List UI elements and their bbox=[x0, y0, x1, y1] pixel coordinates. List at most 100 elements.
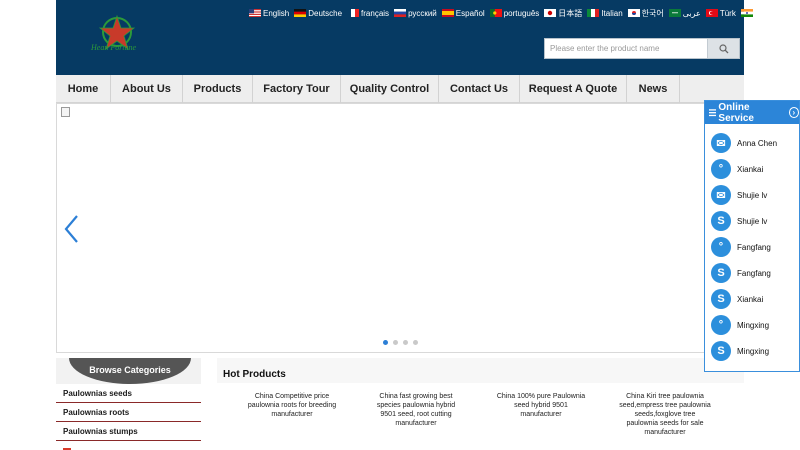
nav-news[interactable]: News bbox=[627, 75, 680, 103]
contact-name: Shujie lv bbox=[737, 216, 768, 226]
nav-about-us[interactable]: About Us bbox=[111, 75, 183, 103]
category-item-roots[interactable]: Paulownias roots bbox=[56, 403, 201, 422]
product-card[interactable]: China Competitive price paulownia roots … bbox=[246, 392, 338, 419]
flag-ru-icon bbox=[394, 9, 407, 17]
flag-de-icon bbox=[294, 9, 307, 17]
skype-icon: S bbox=[711, 289, 731, 309]
lang-espanol[interactable]: Español bbox=[441, 9, 485, 18]
language-bar: English Deutsche français русский Españo… bbox=[249, 6, 767, 20]
slider-dot[interactable] bbox=[383, 340, 388, 345]
hot-products-title: Hot Products bbox=[223, 369, 286, 380]
email-icon: ✉ bbox=[711, 133, 731, 153]
lang-label: português bbox=[503, 8, 540, 18]
lang-deutsche[interactable]: Deutsche bbox=[294, 9, 342, 18]
flag-kr-icon bbox=[627, 9, 640, 17]
contact-name: Mingxing bbox=[737, 346, 770, 356]
category-item-partial[interactable] bbox=[56, 441, 201, 450]
lang-korean[interactable]: 한국어 bbox=[627, 8, 664, 19]
contact-item[interactable]: S Xiankai bbox=[711, 289, 763, 309]
contact-name: Fangfang bbox=[737, 242, 771, 252]
product-card[interactable]: China Kiri tree paulownia seed,empress t… bbox=[619, 392, 711, 437]
contact-item[interactable]: ° Xiankai bbox=[711, 159, 763, 179]
contact-item[interactable]: S Mingxing bbox=[711, 341, 769, 361]
online-service-title: Online Service bbox=[718, 101, 754, 124]
flag-es-icon bbox=[441, 9, 454, 17]
lang-portugues[interactable]: português bbox=[489, 8, 540, 18]
hot-products-band bbox=[217, 358, 744, 383]
contact-item[interactable]: S Shujie lv bbox=[711, 211, 767, 231]
contact-name: Shujie lv bbox=[737, 190, 768, 200]
lang-label: Türk bbox=[719, 8, 736, 18]
skype-icon: S bbox=[711, 341, 731, 361]
flag-it-icon bbox=[587, 9, 600, 17]
nav-factory-tour[interactable]: Factory Tour bbox=[253, 75, 341, 103]
lang-english[interactable]: English bbox=[249, 9, 289, 18]
lang-label: Deutsche bbox=[308, 8, 343, 18]
main-nav: Home About Us Products Factory Tour Qual… bbox=[56, 75, 744, 103]
flag-fr-icon bbox=[347, 9, 360, 17]
lang-hindi[interactable]: हिंदी bbox=[740, 8, 767, 19]
slider-dot[interactable] bbox=[413, 340, 418, 345]
category-header: Browse Categories bbox=[56, 358, 201, 384]
lang-label: français bbox=[361, 8, 390, 18]
lang-turkish[interactable]: Türk bbox=[705, 8, 736, 18]
chevron-right-icon[interactable]: › bbox=[788, 107, 800, 118]
search-button[interactable] bbox=[707, 39, 739, 58]
flag-tr-icon bbox=[705, 9, 718, 17]
skype-icon: S bbox=[711, 211, 731, 231]
lang-label: Italian bbox=[601, 8, 623, 18]
lang-arabic[interactable]: عربى bbox=[668, 8, 701, 18]
banner-slider bbox=[56, 103, 744, 353]
flag-jp-icon bbox=[544, 9, 557, 17]
lang-francais[interactable]: français bbox=[347, 9, 389, 18]
broken-image-icon bbox=[61, 107, 70, 117]
logo-text: Hean Fortune bbox=[91, 43, 137, 52]
nav-contact-us[interactable]: Contact Us bbox=[439, 75, 520, 103]
qq-icon: ° bbox=[711, 237, 731, 257]
nav-request-a-quote[interactable]: Request A Quote bbox=[520, 75, 627, 103]
flag-in-icon bbox=[740, 9, 753, 17]
nav-products[interactable]: Products bbox=[183, 75, 253, 103]
flag-sa-icon bbox=[668, 9, 681, 17]
page: Hean Fortune English Deutsche français р… bbox=[0, 0, 800, 450]
search-input[interactable] bbox=[545, 39, 709, 58]
contact-item[interactable]: ✉ Shujie lv bbox=[711, 185, 767, 205]
lang-japanese[interactable]: 日本語 bbox=[544, 8, 582, 19]
category-sidebar: Browse Categories Paulownias seeds Paulo… bbox=[56, 358, 201, 450]
search-box bbox=[544, 38, 740, 59]
qq-icon: ° bbox=[711, 159, 731, 179]
category-tab: Browse Categories bbox=[69, 358, 191, 384]
contact-item[interactable]: ° Mingxing bbox=[711, 315, 769, 335]
contact-name: Fangfang bbox=[737, 268, 771, 278]
category-title: Browse Categories bbox=[89, 365, 171, 375]
site-header: Hean Fortune English Deutsche français р… bbox=[56, 0, 767, 75]
qq-icon: ° bbox=[711, 315, 731, 335]
product-card[interactable]: China fast growing best species paulowni… bbox=[370, 392, 462, 428]
contact-item[interactable]: S Fangfang bbox=[711, 263, 771, 283]
online-service-panel: Online Service › ✉ Anna Chen ° Xiankai ✉… bbox=[704, 100, 800, 372]
slider-dot[interactable] bbox=[403, 340, 408, 345]
lang-label: English bbox=[263, 8, 290, 18]
flag-us-icon bbox=[249, 9, 261, 17]
slider-dot[interactable] bbox=[393, 340, 398, 345]
nav-home[interactable]: Home bbox=[56, 75, 111, 103]
nav-quality-control[interactable]: Quality Control bbox=[341, 75, 439, 103]
search-icon bbox=[718, 43, 728, 53]
lang-label: عربى bbox=[682, 8, 701, 18]
contact-name: Anna Chen bbox=[737, 138, 778, 148]
flag-pt-icon bbox=[489, 9, 502, 17]
category-item-stumps[interactable]: Paulownias stumps bbox=[56, 422, 201, 441]
category-item-seeds[interactable]: Paulownias seeds bbox=[56, 384, 201, 403]
product-card[interactable]: China 100% pure Paulownia seed hybrid 95… bbox=[495, 392, 587, 419]
contact-item[interactable]: ° Fangfang bbox=[711, 237, 771, 257]
contact-name: Mingxing bbox=[737, 320, 770, 330]
lang-italian[interactable]: Italian bbox=[587, 8, 623, 18]
hot-products: Hot Products China Competitive price pau… bbox=[217, 358, 744, 450]
online-service-header[interactable]: Online Service › bbox=[705, 101, 800, 124]
lang-label: 한국어 bbox=[641, 8, 664, 18]
contact-name: Xiankai bbox=[737, 294, 764, 304]
contact-item[interactable]: ✉ Anna Chen bbox=[711, 133, 777, 153]
lang-russian[interactable]: русский bbox=[394, 9, 437, 18]
chevron-left-icon[interactable] bbox=[63, 214, 81, 244]
slider-dots bbox=[383, 340, 418, 345]
